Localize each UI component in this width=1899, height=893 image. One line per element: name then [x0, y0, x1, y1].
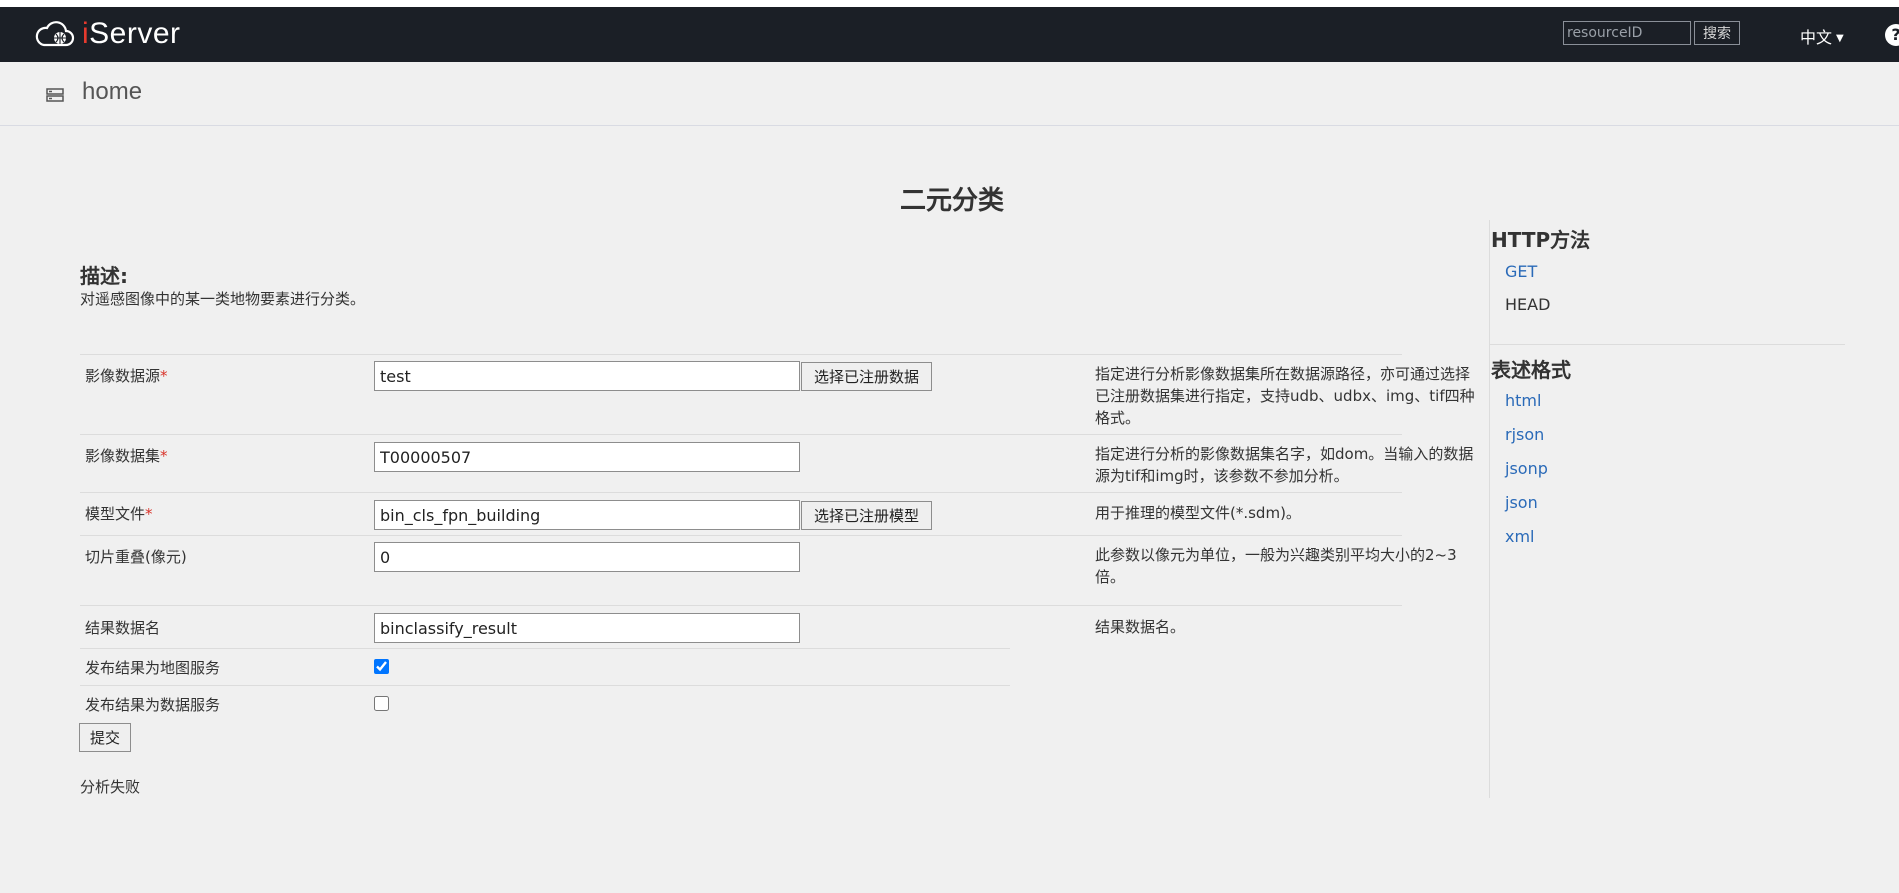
home-link[interactable]: home — [82, 78, 142, 106]
result-name-help: 结果数据名。 — [1095, 618, 1186, 636]
row-publish-map: 发布结果为地图服务 — [80, 648, 1010, 686]
http-get-link[interactable]: GET — [1505, 262, 1537, 281]
right-sidebar: HTTP方法 GET HEAD 表述格式 html rjson jsonp js… — [1489, 220, 1845, 798]
model-file-input[interactable] — [374, 500, 800, 530]
format-jsonp-link[interactable]: jsonp — [1505, 459, 1548, 478]
tile-overlap-help: 此参数以像元为单位，一般为兴趣类别平均大小的2~3倍。 — [1095, 546, 1457, 586]
tile-overlap-input[interactable] — [374, 542, 800, 572]
top-edge — [0, 0, 1899, 7]
image-dataset-label: 影像数据集* — [85, 447, 168, 465]
tile-overlap-label: 切片重叠(像元) — [85, 548, 187, 566]
caret-down-icon: ▼ — [1836, 33, 1844, 44]
row-image-dataset: 影像数据集* 指定进行分析的影像数据集名字，如dom。当输入的数据源为tif和i… — [80, 434, 1473, 493]
breadcrumb: home — [0, 62, 1899, 126]
result-name-input[interactable] — [374, 613, 800, 643]
top-navbar: iServer 搜索 中文▼ ? — [0, 7, 1899, 62]
image-datasource-input[interactable] — [374, 361, 800, 391]
row-model-file: 模型文件* 选择已注册模型 用于推理的模型文件(*.sdm)。 — [80, 492, 1402, 536]
page-title: 二元分类 — [900, 186, 1005, 216]
image-datasource-help: 指定进行分析影像数据集所在数据源路径，亦可通过选择已注册数据集进行指定，支持ud… — [1095, 365, 1475, 427]
submit-button[interactable]: 提交 — [79, 723, 131, 752]
model-file-label: 模型文件* — [85, 505, 153, 523]
analysis-result-message: 分析失败 — [80, 778, 141, 796]
http-head-label: HEAD — [1505, 295, 1551, 314]
format-html-link[interactable]: html — [1505, 391, 1541, 410]
model-file-help: 用于推理的模型文件(*.sdm)。 — [1095, 504, 1301, 522]
publish-map-checkbox[interactable] — [374, 659, 389, 674]
select-registered-model-button[interactable]: 选择已注册模型 — [801, 501, 932, 530]
iserver-logo[interactable]: iServer — [34, 17, 181, 51]
cloud-globe-icon — [35, 21, 75, 47]
http-methods-heading: HTTP方法 — [1491, 228, 1591, 252]
publish-data-checkbox[interactable] — [374, 696, 389, 711]
help-icon[interactable]: ? — [1885, 24, 1899, 46]
publish-data-label: 发布结果为数据服务 — [85, 696, 221, 714]
image-dataset-help: 指定进行分析的影像数据集名字，如dom。当输入的数据源为tif和img时，该参数… — [1095, 445, 1474, 485]
format-rjson-link[interactable]: rjson — [1505, 425, 1544, 444]
row-publish-data: 发布结果为数据服务 — [80, 685, 1010, 722]
sidebar-divider — [1490, 344, 1845, 345]
description-text: 对遥感图像中的某一类地物要素进行分类。 — [80, 290, 366, 308]
format-json-link[interactable]: json — [1505, 493, 1538, 512]
resource-id-search-input[interactable] — [1563, 21, 1691, 45]
row-tile-overlap: 切片重叠(像元) 此参数以像元为单位，一般为兴趣类别平均大小的2~3倍。 — [80, 535, 1457, 606]
image-dataset-input[interactable] — [374, 442, 800, 472]
row-image-datasource: 影像数据源* 选择已注册数据 指定进行分析影像数据集所在数据源路径，亦可通过选择… — [80, 354, 1475, 435]
language-dropdown[interactable]: 中文 ▼ — [1800, 24, 1844, 48]
logo-text: iServer — [82, 17, 181, 50]
server-list-icon — [46, 88, 64, 102]
description-heading: 描述: — [80, 264, 128, 288]
result-name-label: 结果数据名 — [85, 619, 161, 637]
select-registered-data-button[interactable]: 选择已注册数据 — [801, 362, 932, 391]
image-datasource-label: 影像数据源* — [85, 367, 168, 385]
format-xml-link[interactable]: xml — [1505, 527, 1535, 546]
formats-heading: 表述格式 — [1491, 358, 1571, 382]
row-result-name: 结果数据名 结果数据名。 — [80, 605, 1402, 649]
publish-map-label: 发布结果为地图服务 — [85, 659, 221, 677]
search-button[interactable]: 搜索 — [1694, 21, 1740, 45]
